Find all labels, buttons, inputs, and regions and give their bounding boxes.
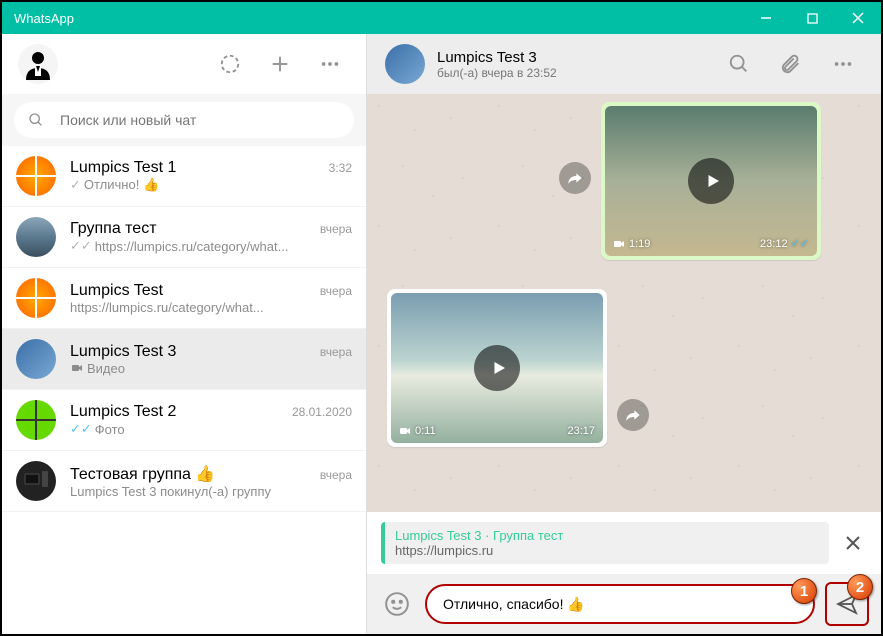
chat-item[interactable]: Lumpics Test вчера https://lumpics.ru/cat… — [2, 268, 366, 329]
window-title: WhatsApp — [14, 11, 74, 26]
chat-time: вчера — [320, 345, 352, 359]
chat-time: 3:32 — [329, 161, 352, 175]
chat-preview: Lumpics Test 3 покинул(-а) группу — [70, 484, 271, 499]
maximize-button[interactable] — [789, 2, 835, 34]
menu-icon[interactable] — [318, 52, 342, 76]
chat-preview: Видео — [87, 361, 125, 376]
check-icon: ✓✓ — [70, 238, 92, 254]
chat-item[interactable]: Тестовая группа 👍 вчера Lumpics Test 3 по… — [2, 451, 366, 512]
callout-2: 2 — [847, 574, 873, 600]
reply-quote: Lumpics Test 3 · Группа тест https://lum… — [381, 522, 829, 564]
chat-avatar — [16, 156, 56, 196]
chat-name: Lumpics Test 3 — [70, 343, 176, 361]
chat-preview: Отлично! 👍 — [84, 177, 159, 193]
chat-item[interactable]: Lumpics Test 1 3:32 ✓Отлично! 👍 — [2, 146, 366, 207]
input-bar: 1 2 — [367, 574, 881, 634]
quote-text: https://lumpics.ru — [395, 543, 819, 558]
chat-header: Lumpics Test 3 был(-а) вчера в 23:52 — [367, 34, 881, 94]
window-controls — [743, 2, 881, 34]
message-time: 23:17 — [567, 425, 595, 437]
attach-icon[interactable] — [779, 52, 803, 76]
chat-name: Тестовая группа 👍 — [70, 464, 215, 484]
chat-header-info[interactable]: Lumpics Test 3 был(-а) вчера в 23:52 — [437, 49, 707, 80]
callout-1: 1 — [791, 578, 817, 604]
chat-avatar — [16, 400, 56, 440]
new-chat-icon[interactable] — [268, 52, 292, 76]
chat-header-name: Lumpics Test 3 — [437, 49, 707, 66]
message-in[interactable]: 0:11 23:17 — [387, 289, 607, 447]
chat-name: Lumpics Test — [70, 282, 163, 300]
minimize-button[interactable] — [743, 2, 789, 34]
video-icon — [613, 238, 625, 250]
titlebar: WhatsApp — [2, 2, 881, 34]
chat-time: вчера — [320, 222, 352, 236]
reply-quote-bar: Lumpics Test 3 · Группа тест https://lum… — [367, 512, 881, 574]
chat-preview: https://lumpics.ru/category/what... — [70, 300, 264, 315]
chat-name: Lumpics Test 1 — [70, 159, 176, 177]
left-pane: Lumpics Test 1 3:32 ✓Отлично! 👍 Группа те… — [2, 34, 367, 634]
search-input[interactable] — [60, 112, 340, 128]
emoji-button[interactable] — [379, 586, 415, 622]
close-quote-button[interactable] — [839, 529, 867, 557]
chat-list: Lumpics Test 1 3:32 ✓Отлично! 👍 Группа те… — [2, 146, 366, 634]
message-time: 23:12✓✓ — [760, 237, 809, 250]
chat-item[interactable]: Lumpics Test 2 28.01.2020 ✓✓Фото — [2, 390, 366, 451]
video-duration: 1:19 — [613, 237, 650, 250]
message-out[interactable]: 1:19 23:12✓✓ — [601, 102, 821, 260]
message-input-wrap: 1 — [425, 584, 815, 624]
chat-time: вчера — [320, 468, 352, 482]
search-chat-icon[interactable] — [727, 52, 751, 76]
left-header — [2, 34, 366, 94]
search-box — [2, 94, 366, 146]
status-icon[interactable] — [218, 52, 242, 76]
chat-avatar — [16, 217, 56, 257]
chat-item[interactable]: Группа тест вчера ✓✓https://lumpics.ru/ca… — [2, 207, 366, 268]
chat-header-avatar[interactable] — [385, 44, 425, 84]
messages-area: 1:19 23:12✓✓ 0:11 — [367, 94, 881, 512]
my-avatar[interactable] — [18, 44, 58, 84]
check-icon: ✓✓ — [70, 421, 92, 437]
chat-preview: https://lumpics.ru/category/what... — [95, 239, 289, 254]
right-pane: Lumpics Test 3 был(-а) вчера в 23:52 — [367, 34, 881, 634]
chat-name: Lumpics Test 2 — [70, 403, 176, 421]
forward-button[interactable] — [617, 399, 649, 431]
chat-avatar — [16, 278, 56, 318]
chat-time: 28.01.2020 — [292, 405, 352, 419]
chat-avatar — [16, 461, 56, 501]
video-duration: 0:11 — [399, 425, 436, 437]
chat-item[interactable]: Lumpics Test 3 вчера Видео — [2, 329, 366, 390]
chat-menu-icon[interactable] — [831, 52, 855, 76]
check-icon: ✓ — [70, 177, 81, 193]
video-icon — [399, 425, 411, 437]
chat-name: Группа тест — [70, 220, 157, 238]
close-button[interactable] — [835, 2, 881, 34]
chat-preview: Фото — [95, 422, 125, 437]
play-icon[interactable] — [688, 158, 734, 204]
video-icon — [70, 362, 84, 374]
chat-header-status: был(-а) вчера в 23:52 — [437, 66, 707, 80]
chat-time: вчера — [320, 284, 352, 298]
quote-title: Lumpics Test 3 · Группа тест — [395, 528, 819, 543]
app-window: WhatsApp — [0, 0, 883, 636]
search-icon — [28, 112, 44, 128]
read-check-icon: ✓✓ — [791, 237, 809, 250]
chat-avatar — [16, 339, 56, 379]
message-input[interactable] — [443, 596, 797, 612]
forward-button[interactable] — [559, 162, 591, 194]
play-icon[interactable] — [474, 345, 520, 391]
